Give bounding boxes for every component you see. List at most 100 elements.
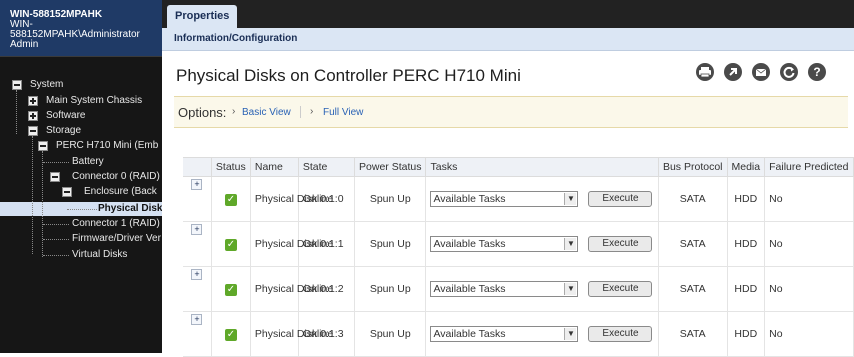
tab-bar: Properties [162, 0, 854, 28]
status-cell: ✓ [211, 266, 251, 312]
tree-item-virtual-disks[interactable]: Virtual Disks [72, 248, 127, 262]
disk-power-status: Spun Up [354, 311, 427, 357]
table-row: + ✓ Physical Disk 0:1:3 Online Spun Up Availa… [183, 311, 854, 357]
col-bus-protocol[interactable]: Bus Protocol [658, 157, 728, 177]
execute-button[interactable]: Execute [588, 326, 653, 342]
collapse-icon[interactable] [62, 187, 72, 197]
disk-bus-protocol: SATA [658, 221, 728, 267]
collapse-icon[interactable] [12, 80, 22, 90]
disk-name[interactable]: Physical Disk 0:1:2 [250, 266, 344, 312]
status-ok-icon: ✓ [224, 193, 237, 206]
tree-item-label: Battery [72, 156, 104, 167]
tree-item-label: Main System Chassis [46, 95, 143, 106]
subtab-information-configuration[interactable]: Information/Configuration [174, 33, 297, 44]
select-value: Available Tasks [433, 328, 506, 340]
tree-connector [16, 90, 17, 134]
collapse-icon[interactable] [28, 126, 38, 136]
tree-item-label: Storage [46, 125, 82, 136]
expand-cell: + [183, 311, 212, 357]
tree-item-label: PERC H710 Mini (Emb [56, 140, 159, 151]
email-icon[interactable] [752, 63, 770, 81]
dropdown-arrow-icon[interactable]: ▼ [564, 238, 577, 250]
available-tasks-select[interactable]: Available Tasks ▼ [430, 191, 579, 207]
tree-item-label: Firmware/Driver Ver [72, 233, 161, 244]
execute-button[interactable]: Execute [588, 236, 653, 252]
tree-connector [43, 239, 69, 240]
table-row: + ✓ Physical Disk 0:1:2 Online Spun Up Availa… [183, 266, 854, 312]
status-ok-icon: ✓ [224, 238, 237, 251]
print-icon[interactable] [696, 63, 714, 81]
available-tasks-select[interactable]: Available Tasks ▼ [430, 281, 579, 297]
collapse-icon[interactable] [50, 172, 60, 182]
basic-view-link[interactable]: Basic View [242, 107, 291, 118]
expand-icon[interactable] [28, 111, 38, 121]
disk-name-text: Physical Disk 0:1:0 [254, 193, 344, 205]
disk-name[interactable]: Physical Disk 0:1:1 [250, 221, 344, 267]
tasks-cell: Available Tasks ▼ Execute [425, 311, 659, 357]
disk-bus-protocol: SATA [658, 266, 728, 312]
tree-item-label: Physical Disk [98, 203, 162, 214]
tree-connector [43, 162, 69, 163]
disk-state: Online [298, 266, 356, 312]
tree-item-physical-disk[interactable]: Physical Disk [98, 202, 162, 216]
tree-item-label: Virtual Disks [72, 249, 128, 260]
dropdown-arrow-icon[interactable]: ▼ [564, 328, 577, 340]
col-status[interactable]: Status [211, 157, 251, 177]
disk-state: Online [298, 311, 356, 357]
dropdown-arrow-icon[interactable]: ▼ [564, 283, 577, 295]
tab-properties[interactable]: Properties [167, 5, 238, 28]
left-navigation-panel: WIN-588152MPAHK WIN-588152MPAHK\Administ… [0, 0, 162, 353]
expand-cell: + [183, 266, 212, 312]
tree-item-connector-1[interactable]: Connector 1 (RAID) [72, 217, 160, 231]
col-state[interactable]: State [298, 157, 356, 177]
col-failure-predicted[interactable]: Failure Predicted [764, 157, 854, 177]
disk-media: HDD [727, 311, 766, 357]
expand-cell: + [183, 221, 212, 267]
help-icon[interactable]: ? [808, 63, 826, 81]
disk-power-status: Spun Up [354, 176, 427, 222]
disk-failure-predicted: No [764, 311, 854, 357]
status-cell: ✓ [211, 221, 251, 267]
main-content: Properties Information/Configuration Phy… [162, 0, 854, 357]
status-ok-icon: ✓ [224, 328, 237, 341]
tree-item-label: Software [46, 110, 86, 121]
tree-connector [32, 136, 33, 254]
tasks-cell: Available Tasks ▼ Execute [425, 221, 659, 267]
page-title: Physical Disks on Controller PERC H710 M… [176, 66, 521, 85]
col-name[interactable]: Name [250, 157, 299, 177]
col-power-status[interactable]: Power Status [354, 157, 427, 177]
expand-row-icon[interactable]: + [191, 269, 203, 280]
available-tasks-select[interactable]: Available Tasks ▼ [430, 236, 579, 252]
export-icon[interactable] [724, 63, 742, 81]
table-header-row: Status Name State Power Status Tasks Bus… [183, 157, 854, 177]
refresh-icon[interactable] [780, 63, 798, 81]
full-view-link[interactable]: Full View [323, 107, 363, 118]
expand-row-icon[interactable]: + [191, 314, 203, 325]
disk-name-text: Physical Disk 0:1:1 [254, 238, 344, 250]
expand-icon[interactable] [28, 96, 38, 106]
tree-connector [42, 151, 43, 257]
select-value: Available Tasks [433, 283, 506, 295]
execute-button[interactable]: Execute [588, 191, 653, 207]
tasks-cell: Available Tasks ▼ Execute [425, 266, 659, 312]
collapse-icon[interactable] [38, 141, 48, 151]
col-media[interactable]: Media [727, 157, 766, 177]
disk-failure-predicted: No [764, 221, 854, 267]
execute-button[interactable]: Execute [588, 281, 653, 297]
tree-item-label: Connector 1 (RAID) [72, 218, 160, 229]
expand-row-icon[interactable]: + [191, 179, 203, 190]
user-role: Admin [10, 39, 39, 50]
expand-row-icon[interactable]: + [191, 224, 203, 235]
available-tasks-select[interactable]: Available Tasks ▼ [430, 326, 579, 342]
disk-state: Online [298, 176, 356, 222]
disk-name[interactable]: Physical Disk 0:1:0 [250, 176, 344, 222]
tree-connector [43, 224, 69, 225]
disk-power-status: Spun Up [354, 266, 427, 312]
tree-item-battery[interactable]: Battery [72, 155, 104, 169]
disk-media: HDD [727, 221, 766, 267]
dropdown-arrow-icon[interactable]: ▼ [564, 193, 577, 205]
select-value: Available Tasks [433, 238, 506, 250]
tree-item-firmware-driver[interactable]: Firmware/Driver Ver [72, 232, 161, 246]
disk-media: HDD [727, 176, 766, 222]
disk-name[interactable]: Physical Disk 0:1:3 [250, 311, 344, 357]
